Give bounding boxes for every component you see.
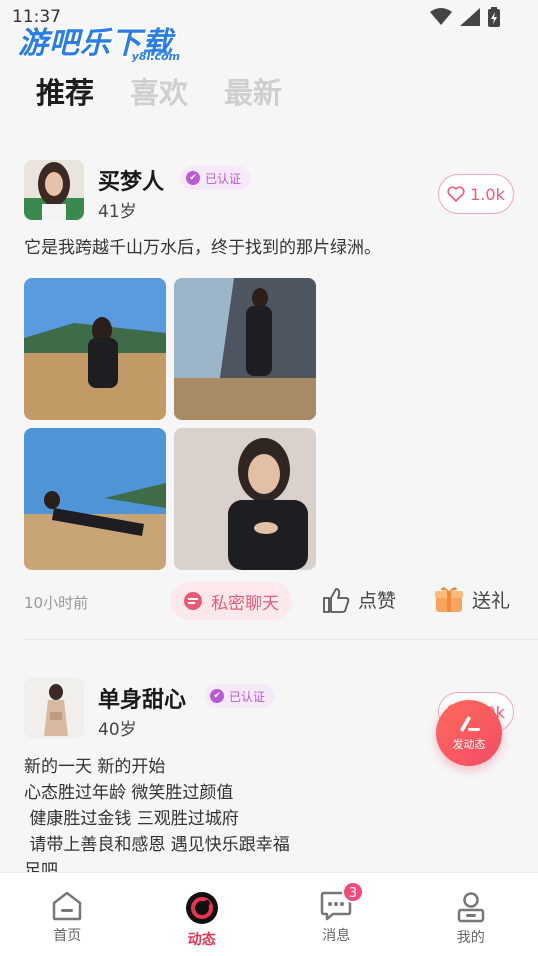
- caption-line: 足吧: [24, 861, 58, 872]
- nav-label: 消息: [322, 928, 351, 944]
- tab-latest[interactable]: 最新: [224, 70, 282, 112]
- post-time: 10小时前: [24, 594, 89, 612]
- verified-icon: ✔: [186, 171, 200, 185]
- heart-icon: [447, 186, 465, 202]
- tab-liked[interactable]: 喜欢: [130, 70, 188, 112]
- watermark-logo: 游吧乐下载 y8l.com: [18, 18, 188, 70]
- moments-icon: [185, 892, 218, 924]
- status-icons: [430, 7, 500, 27]
- user-age: 40岁: [98, 720, 137, 740]
- wifi-icon: [430, 8, 452, 25]
- signal-icon: [460, 8, 480, 26]
- caption-line: 健康胜过金钱 三观胜过城府: [24, 809, 239, 829]
- like-count: 1.0k: [470, 184, 505, 204]
- like-count-button[interactable]: 1.0k: [438, 174, 514, 214]
- home-icon: [53, 891, 82, 921]
- avatar[interactable]: [24, 678, 84, 738]
- verified-badge: ✔ 已认证: [180, 166, 252, 190]
- private-chat-label: 私密聊天: [211, 593, 279, 614]
- nav-item-messages[interactable]: 消息 3: [269, 873, 404, 956]
- nav-item-home[interactable]: 首页: [0, 873, 135, 956]
- caption-line: 心态胜过年龄 微笑胜过颜值: [24, 783, 234, 803]
- nav-label: 首页: [53, 928, 82, 944]
- watermark-sub: y8l.com: [131, 50, 180, 63]
- post-moment-label: 发动态: [452, 738, 486, 751]
- tab-recommend[interactable]: 推荐: [36, 70, 94, 112]
- post-photo[interactable]: [24, 278, 166, 420]
- post-caption: 它是我跨越千山万水后，终于找到的那片绿洲。: [24, 238, 381, 258]
- feed-tabs: 推荐 喜欢 最新: [36, 70, 282, 112]
- user-name[interactable]: 单身甜心: [98, 682, 186, 714]
- battery-icon: [488, 7, 500, 27]
- verified-label: 已认证: [205, 171, 242, 186]
- verified-icon: ✔: [210, 689, 224, 703]
- profile-icon: [457, 892, 484, 923]
- nav-item-moments[interactable]: 动态: [135, 873, 270, 956]
- chat-bubble-icon: [184, 592, 202, 610]
- nav-label: 我的: [456, 930, 485, 946]
- verified-badge: ✔ 已认证: [204, 684, 276, 708]
- avatar[interactable]: [24, 160, 84, 220]
- thumbs-up-icon: [323, 587, 350, 613]
- like-label: 点赞: [358, 590, 397, 612]
- post-caption: 新的一天 新的开始 心态胜过年龄 微笑胜过颜值 健康胜过金钱 三观胜过城府 请带…: [24, 754, 290, 872]
- caption-line: 请带上善良和感恩 遇见快乐跟幸福: [24, 835, 290, 855]
- post-photo[interactable]: [174, 278, 316, 420]
- post-moment-button[interactable]: 发动态: [436, 700, 502, 766]
- pen-icon: [460, 716, 480, 732]
- verified-label: 已认证: [229, 689, 266, 704]
- user-name[interactable]: 买梦人: [98, 164, 164, 196]
- gift-button[interactable]: 送礼: [434, 584, 510, 614]
- bottom-nav: 首页 动态 消息 3 我的: [0, 872, 538, 956]
- caption-line: 新的一天 新的开始: [24, 757, 166, 777]
- post-divider: [24, 639, 538, 640]
- like-button[interactable]: 点赞: [322, 586, 396, 613]
- gift-label: 送礼: [472, 589, 511, 612]
- post-photo[interactable]: [174, 428, 316, 570]
- private-chat-button[interactable]: 私密聊天: [170, 582, 292, 620]
- nav-label: 动态: [187, 932, 216, 948]
- nav-item-profile[interactable]: 我的: [404, 873, 538, 956]
- unread-badge: 3: [342, 881, 364, 903]
- post-card: 买梦人 ✔ 已认证 41岁 1.0k 它是我跨越千山万水后，终于找到的那片绿洲。: [0, 160, 538, 640]
- user-age: 41岁: [98, 202, 137, 222]
- gift-icon: [435, 587, 463, 612]
- post-photo[interactable]: [24, 428, 166, 570]
